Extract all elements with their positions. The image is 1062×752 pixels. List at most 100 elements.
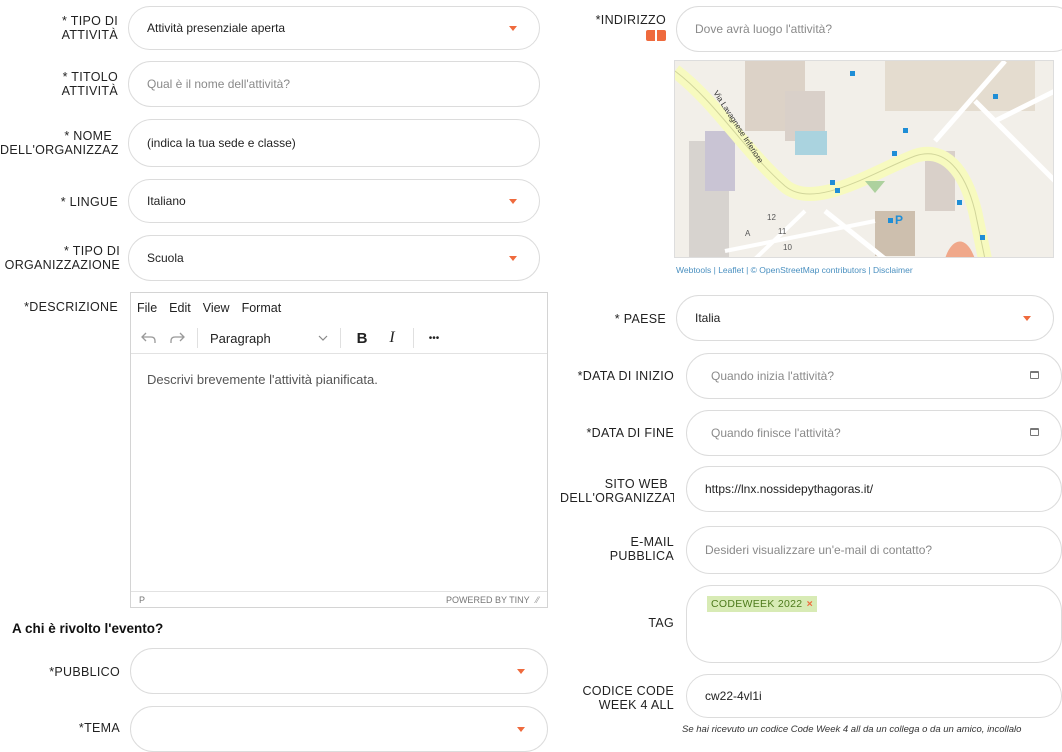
tema-select[interactable] <box>130 706 548 752</box>
label-line: * TIPO DI <box>64 244 120 258</box>
tipo-attivita-label: * TIPO DI ATTIVITÀ <box>0 14 118 42</box>
select-value: Scuola <box>147 251 184 265</box>
label-line: DELL'ORGANIZZAZIONE <box>0 143 118 157</box>
chevron-down-icon <box>509 26 517 31</box>
sito-web-label: SITO WEB DELL'ORGANIZZATORE <box>560 477 674 505</box>
undo-icon[interactable] <box>135 323 163 353</box>
select-value: Italia <box>695 311 721 325</box>
tag-label: TAG <box>648 616 674 630</box>
description-editor[interactable]: File Edit View Format Paragraph B I ••• … <box>130 292 548 608</box>
parking-icon: P <box>895 213 904 227</box>
chevron-down-icon <box>509 256 517 261</box>
pubblico-label: *PUBBLICO <box>49 665 120 679</box>
input-value: cw22-4vl1i <box>705 689 762 703</box>
titolo-attivita-input[interactable]: Qual è il nome dell'attività? <box>128 61 540 107</box>
close-icon[interactable]: × <box>807 598 813 610</box>
codice-hint: Se hai ricevuto un codice Code Week 4 al… <box>682 724 1022 735</box>
tipo-organizzazione-select[interactable]: Scuola <box>128 235 540 281</box>
map-number: 12 <box>767 213 776 222</box>
sito-web-input[interactable]: https://lnx.nossidepythagoras.it/ <box>686 466 1062 512</box>
label-line: WEEK 4 ALL <box>598 698 674 712</box>
map-attribution[interactable]: Webtools | Leaflet | © OpenStreetMap con… <box>676 265 913 275</box>
paese-select[interactable]: Italia <box>676 295 1054 341</box>
tema-label: *TEMA <box>78 721 120 735</box>
label-line: SITO WEB <box>604 477 668 491</box>
label-line: ORGANIZZAZIONE <box>4 258 120 272</box>
calendar-icon[interactable] <box>1030 371 1039 379</box>
menu-file[interactable]: File <box>137 301 157 315</box>
powered-by-text[interactable]: POWERED BY TINY <box>446 595 530 605</box>
codice-label: CODICE CODE WEEK 4 ALL <box>560 684 674 712</box>
label-line: * TIPO DI <box>62 14 118 28</box>
element-path[interactable]: P <box>139 595 145 605</box>
toolbar-divider <box>197 328 198 348</box>
input-value: (indica la tua sede e classe) <box>147 136 296 150</box>
pubblico-select[interactable] <box>130 648 548 694</box>
nome-organizzazione-label: * NOME DELL'ORGANIZZAZIONE <box>0 129 118 157</box>
input-placeholder: Quando finisce l'attività? <box>711 426 841 440</box>
input-placeholder: Dove avrà luogo l'attività? <box>695 22 833 36</box>
chevron-down-icon <box>318 335 328 341</box>
label-line: ATTIVITÀ <box>61 84 118 98</box>
chevron-down-icon <box>517 727 525 732</box>
menu-view[interactable]: View <box>203 301 230 315</box>
data-fine-label: *DATA DI FINE <box>586 426 674 440</box>
map-tiles <box>675 61 1053 257</box>
input-placeholder: Qual è il nome dell'attività? <box>147 77 291 91</box>
tag-input[interactable]: CODEWEEK 2022 × <box>686 585 1062 663</box>
indirizzo-label: *INDIRIZZO <box>560 13 666 44</box>
tipo-attivita-select[interactable]: Attività presenziale aperta <box>128 6 540 50</box>
chevron-down-icon <box>517 669 525 674</box>
label-line: DELL'ORGANIZZATORE <box>560 491 674 505</box>
nome-organizzazione-input[interactable]: (indica la tua sede e classe) <box>128 119 540 167</box>
editor-placeholder: Descrivi brevemente l'attività pianifica… <box>147 372 378 387</box>
input-placeholder: Quando inizia l'attività? <box>711 369 835 383</box>
select-value: Italiano <box>147 194 186 208</box>
calendar-icon[interactable] <box>1030 428 1039 436</box>
italic-button[interactable]: I <box>377 323 407 353</box>
block-format-value: Paragraph <box>210 330 271 346</box>
toolbar-divider <box>413 328 414 348</box>
descrizione-label: *DESCRIZIONE <box>24 300 118 314</box>
input-value: https://lnx.nossidepythagoras.it/ <box>705 482 874 496</box>
audience-heading: A chi è rivolto l'evento? <box>12 621 164 636</box>
data-inizio-label: *DATA DI INIZIO <box>577 369 674 383</box>
editor-content[interactable]: Descrivi brevemente l'attività pianifica… <box>131 354 547 405</box>
bold-button[interactable]: B <box>347 323 377 353</box>
editor-toolbar: Paragraph B I ••• <box>131 323 547 354</box>
codice-input[interactable]: cw22-4vl1i <box>686 674 1062 718</box>
label-line: * NOME <box>64 129 112 143</box>
resize-handle-icon[interactable]: ⁄⁄ <box>536 595 539 605</box>
indirizzo-input[interactable]: Dove avrà luogo l'attività? <box>676 6 1062 52</box>
data-inizio-input[interactable]: Quando inizia l'attività? <box>686 353 1062 399</box>
lingue-select[interactable]: Italiano <box>128 179 540 223</box>
label-line: ATTIVITÀ <box>61 28 118 42</box>
paese-label: * PAESE <box>614 312 666 326</box>
map-number: 10 <box>783 243 792 252</box>
select-value: Attività presenziale aperta <box>147 21 286 35</box>
titolo-attivita-label: * TITOLO ATTIVITÀ <box>0 70 118 98</box>
input-placeholder: Desideri visualizzare un'e-mail di conta… <box>705 543 933 557</box>
editor-menubar: File Edit View Format <box>131 293 547 323</box>
data-fine-input[interactable]: Quando finisce l'attività? <box>686 410 1062 456</box>
redo-icon[interactable] <box>163 323 191 353</box>
map-book-icon[interactable] <box>646 30 666 41</box>
menu-edit[interactable]: Edit <box>169 301 191 315</box>
label-line: PUBBLICA <box>609 549 674 563</box>
label-line: CODICE CODE <box>582 684 674 698</box>
label-line: *INDIRIZZO <box>595 13 666 27</box>
tag-chip[interactable]: CODEWEEK 2022 × <box>707 596 818 612</box>
toolbar-divider <box>340 328 341 348</box>
map-number: A <box>745 229 751 238</box>
lingue-label: * LINGUE <box>60 195 118 209</box>
email-input[interactable]: Desideri visualizzare un'e-mail di conta… <box>686 526 1062 574</box>
label-line: E-MAIL <box>630 535 674 549</box>
location-map[interactable]: Via Lavagnese Inferiore 12 11 10 A P <box>674 60 1054 258</box>
block-format-select[interactable]: Paragraph <box>204 323 334 353</box>
menu-format[interactable]: Format <box>242 301 282 315</box>
chevron-down-icon <box>1023 316 1031 321</box>
editor-statusbar: P POWERED BY TINY ⁄⁄ <box>131 591 547 607</box>
email-label: E-MAIL PUBBLICA <box>560 535 674 563</box>
more-button[interactable]: ••• <box>420 323 448 353</box>
label-line: * TITOLO <box>62 70 118 84</box>
